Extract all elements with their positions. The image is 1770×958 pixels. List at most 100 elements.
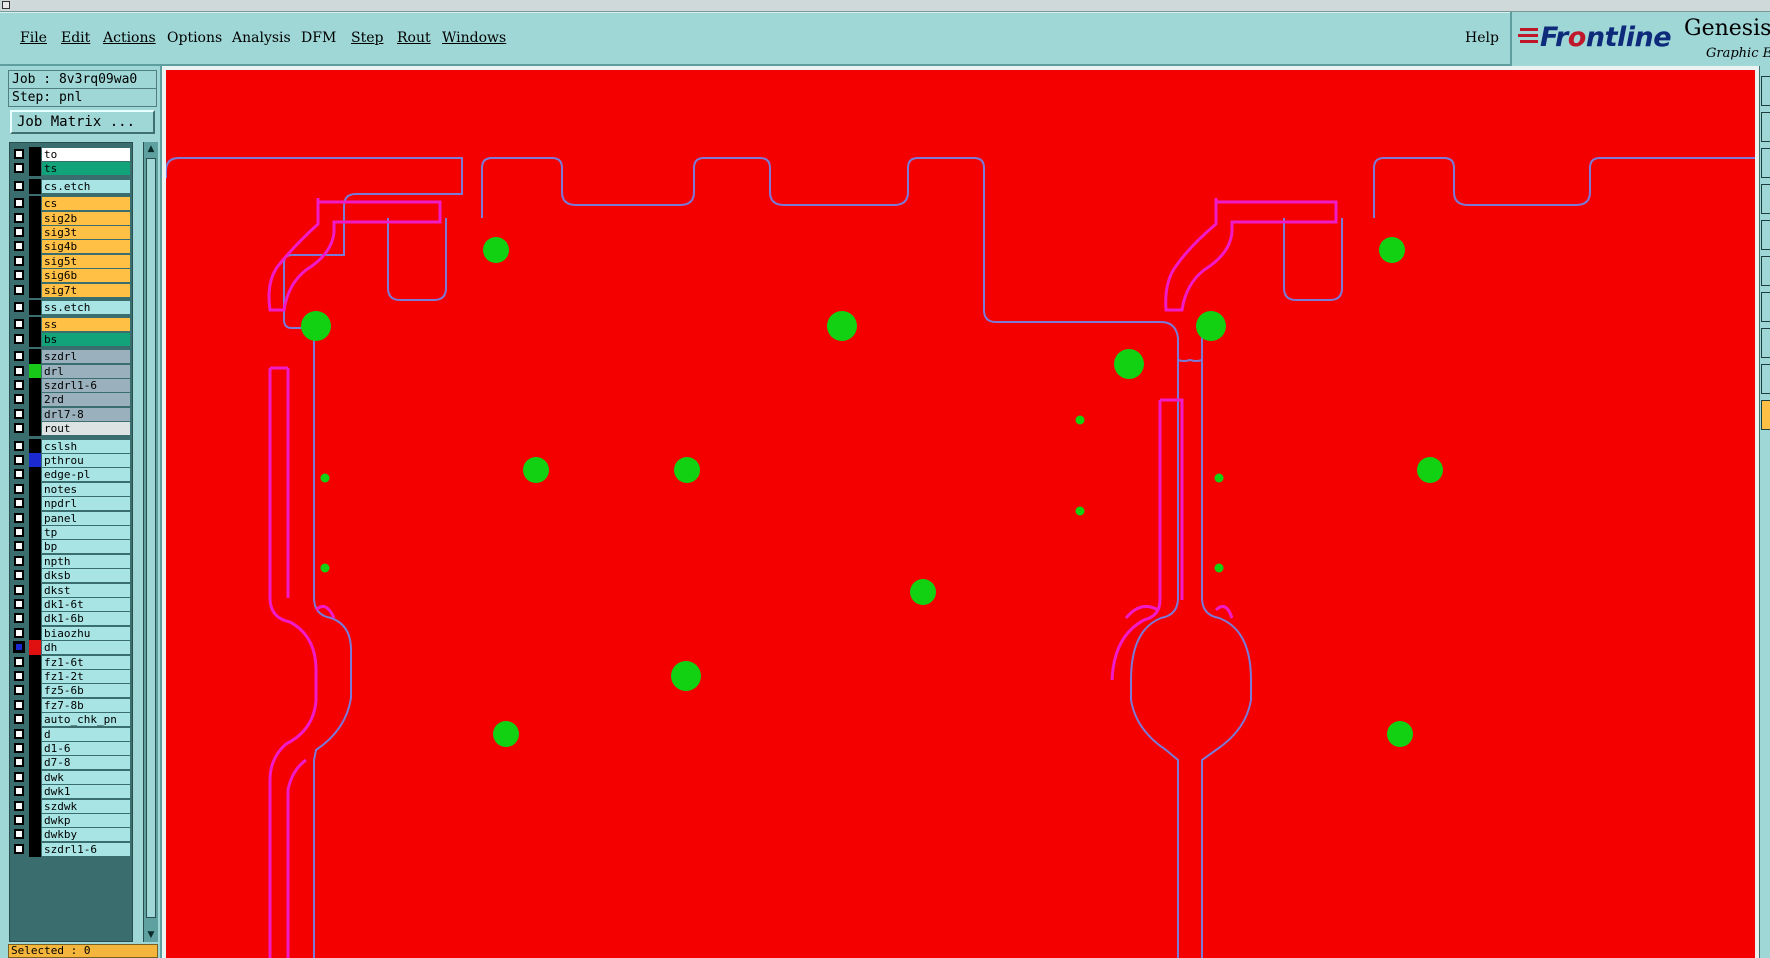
layer-name[interactable]: szdrl <box>42 350 130 364</box>
layer-checkbox[interactable] <box>14 584 24 595</box>
layer-color-swatch[interactable] <box>29 161 41 177</box>
layer-color-swatch[interactable] <box>29 741 41 756</box>
layer-name[interactable]: cs <box>42 197 130 211</box>
layer-color-swatch[interactable] <box>29 196 41 212</box>
layer-color-swatch[interactable] <box>29 841 41 857</box>
layer-row[interactable]: d <box>10 726 132 742</box>
layer-checkbox[interactable] <box>14 800 24 811</box>
layer-row[interactable]: bs <box>10 331 132 347</box>
layer-color-swatch[interactable] <box>29 798 41 814</box>
layer-color-swatch[interactable] <box>29 553 41 569</box>
layer-row[interactable]: fz1-2t <box>10 669 132 684</box>
layer-color-swatch[interactable] <box>29 438 41 454</box>
layer-name[interactable]: bp <box>42 540 130 554</box>
layer-checkbox[interactable] <box>14 498 24 509</box>
layer-row[interactable]: szdrl1-6 <box>10 378 132 393</box>
layer-name[interactable]: pthrou <box>42 454 130 467</box>
scroll-down-icon[interactable]: ▼ <box>145 929 157 941</box>
layer-row[interactable]: dwkby <box>10 827 132 843</box>
right-tool-3[interactable] <box>1761 148 1770 178</box>
layer-color-swatch[interactable] <box>29 597 41 612</box>
layer-color-swatch[interactable] <box>29 525 41 540</box>
menu-analysis[interactable]: Analysis <box>232 30 291 46</box>
layer-checkbox[interactable] <box>14 380 24 390</box>
layer-row[interactable]: sig4b <box>10 239 132 255</box>
layer-row[interactable]: dkst <box>10 582 132 598</box>
layer-color-swatch[interactable] <box>29 755 41 771</box>
menu-dfm[interactable]: DFM <box>301 30 336 46</box>
layer-name[interactable]: drl <box>42 364 130 378</box>
layer-row[interactable]: biaozhu <box>10 625 132 641</box>
layer-color-swatch[interactable] <box>29 640 41 656</box>
layer-checkbox[interactable] <box>14 843 24 854</box>
layer-name[interactable]: cs.etch <box>42 179 130 193</box>
layer-color-swatch[interactable] <box>29 239 41 255</box>
layer-row[interactable]: sig2b <box>10 210 132 226</box>
layer-checkbox[interactable] <box>14 440 24 451</box>
menu-edit[interactable]: Edit <box>61 30 90 46</box>
layer-checkbox[interactable] <box>13 641 25 654</box>
right-tool-9[interactable] <box>1761 364 1770 394</box>
layer-name[interactable]: notes <box>42 482 130 496</box>
layer-color-swatch[interactable] <box>29 669 41 684</box>
layer-row[interactable]: sig6b <box>10 268 132 284</box>
menu-windows[interactable]: Windows <box>442 30 506 46</box>
layer-color-swatch[interactable] <box>29 331 41 347</box>
layer-name[interactable]: sig6b <box>42 269 130 283</box>
layer-row[interactable]: ts <box>10 161 132 177</box>
layer-color-swatch[interactable] <box>29 683 41 699</box>
layer-row[interactable]: d1-6 <box>10 741 132 756</box>
layer-color-swatch[interactable] <box>29 568 41 584</box>
right-tool-4[interactable] <box>1761 184 1770 214</box>
layer-color-swatch[interactable] <box>29 392 41 408</box>
layer-checkbox[interactable] <box>14 255 24 266</box>
layer-row[interactable]: tp <box>10 525 132 540</box>
layer-checkbox[interactable] <box>14 351 24 362</box>
layer-color-swatch[interactable] <box>29 582 41 598</box>
layer-checkbox[interactable] <box>14 671 24 681</box>
layer-name[interactable]: dk1-6t <box>42 598 130 611</box>
layer-color-swatch[interactable] <box>29 268 41 284</box>
layer-name[interactable]: szdrl1-6 <box>42 379 130 392</box>
layer-row[interactable]: dwk <box>10 769 132 785</box>
right-tool-5[interactable] <box>1761 220 1770 250</box>
layer-name[interactable]: dksb <box>42 569 130 583</box>
layer-name[interactable]: d7-8 <box>42 756 130 770</box>
layer-name[interactable]: dwk1 <box>42 785 130 799</box>
layer-row[interactable]: sig5t <box>10 253 132 269</box>
layer-checkbox[interactable] <box>14 743 24 753</box>
layer-checkbox[interactable] <box>14 829 24 840</box>
layer-row[interactable]: notes <box>10 481 132 497</box>
layer-name[interactable]: biaozhu <box>42 626 130 640</box>
layer-color-swatch[interactable] <box>29 769 41 785</box>
layer-row[interactable]: dwkp <box>10 813 132 828</box>
layer-color-swatch[interactable] <box>29 178 41 194</box>
layer-checkbox[interactable] <box>14 270 24 281</box>
layer-checkbox[interactable] <box>14 757 24 768</box>
layer-name[interactable]: sig3t <box>42 226 130 239</box>
layer-name[interactable]: panel <box>42 511 130 525</box>
layer-checkbox[interactable] <box>14 627 24 638</box>
layer-checkbox[interactable] <box>14 365 24 376</box>
layer-name[interactable]: tp <box>42 526 130 539</box>
layer-name[interactable]: fz1-2t <box>42 670 130 683</box>
layer-checkbox[interactable] <box>14 180 24 191</box>
layer-name[interactable]: 2rd <box>42 393 130 407</box>
layer-color-swatch[interactable] <box>29 282 41 298</box>
layer-color-swatch[interactable] <box>29 813 41 828</box>
layer-color-swatch[interactable] <box>29 510 41 526</box>
layer-name[interactable]: fz1-6t <box>42 655 130 669</box>
layer-row[interactable]: szdwk <box>10 798 132 814</box>
layer-row[interactable]: ss <box>10 317 132 333</box>
layer-checkbox[interactable] <box>14 227 24 237</box>
layer-color-swatch[interactable] <box>29 378 41 393</box>
menu-step[interactable]: Step <box>351 30 383 46</box>
layer-name[interactable]: ts <box>42 162 130 176</box>
layer-color-swatch[interactable] <box>29 539 41 555</box>
layer-checkbox[interactable] <box>14 714 24 725</box>
layer-name[interactable]: dwkby <box>42 828 130 842</box>
layer-color-swatch[interactable] <box>29 611 41 627</box>
layer-checkbox[interactable] <box>14 483 24 494</box>
layer-name[interactable]: d1-6 <box>42 742 130 755</box>
layer-checkbox[interactable] <box>14 302 24 312</box>
